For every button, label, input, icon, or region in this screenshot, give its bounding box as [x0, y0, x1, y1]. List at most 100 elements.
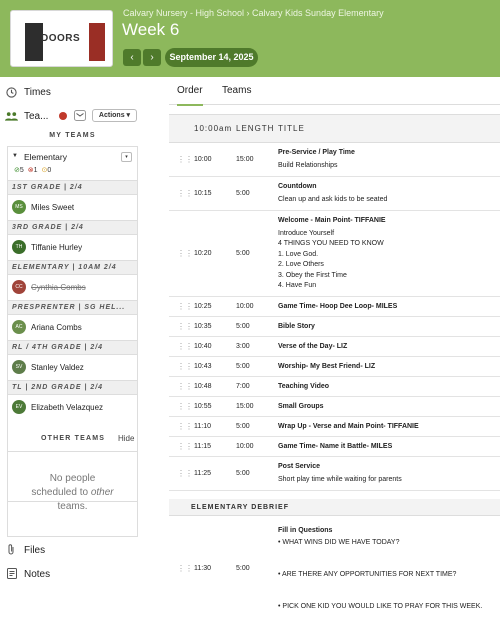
pending-count: 0	[47, 167, 52, 174]
item-length[interactable]: 5:00	[236, 565, 250, 572]
team-member-row[interactable]: CC Cynthia Combs	[8, 275, 137, 300]
item-time: 10:15	[194, 190, 212, 197]
avatar: MS	[12, 200, 26, 214]
breadcrumb[interactable]: Calvary Nursery - High School › Calvary …	[123, 8, 384, 18]
item-title[interactable]: Pre-Service / Play Time	[278, 149, 355, 156]
drag-handle-icon[interactable]: ⋮⋮	[177, 422, 193, 431]
drag-handle-icon[interactable]: ⋮⋮	[177, 322, 193, 331]
drag-handle-icon[interactable]: ⋮⋮	[177, 382, 193, 391]
hide-link[interactable]: Hide	[118, 434, 134, 443]
item-title[interactable]: Fill in Questions	[278, 527, 332, 534]
item-length[interactable]: 3:00	[236, 343, 250, 350]
drag-handle-icon[interactable]: ⋮⋮	[177, 342, 193, 351]
tab-teams[interactable]: Teams	[222, 85, 251, 96]
email-icon[interactable]	[74, 110, 86, 121]
drag-handle-icon[interactable]: ⋮⋮	[177, 302, 193, 311]
item-title[interactable]: Wrap Up - Verse and Main Point- TIFFANIE	[278, 423, 419, 430]
position-group-header: RL / 4TH GRADE | 2/4	[8, 340, 137, 355]
drag-handle-icon[interactable]: ⋮⋮	[177, 469, 193, 478]
item-time: 10:00	[194, 156, 212, 163]
item-title[interactable]: Welcome - Main Point- TIFFANIE	[278, 217, 386, 224]
drag-handle-icon[interactable]: ⋮⋮	[177, 442, 193, 451]
team-name[interactable]: Elementary	[24, 152, 67, 162]
plan-item-row[interactable]: ⋮⋮ 10:15 5:00 Countdown Clean up and ask kid…	[169, 177, 500, 211]
plan-date-badge[interactable]: September 14, 2025	[165, 48, 258, 67]
plan-item-row[interactable]: ⋮⋮ 10:40 3:00 Verse of the Day- LIZ	[169, 337, 500, 357]
sidebar-item-times[interactable]: Times	[24, 87, 51, 98]
clock-icon	[6, 87, 17, 98]
item-length[interactable]: 5:00	[236, 323, 250, 330]
table-header: 10:00am LENGTH TITLE	[169, 114, 500, 143]
team-member-row[interactable]: AC Ariana Combs	[8, 315, 137, 340]
team-member-row[interactable]: TH Tiffanie Hurley	[8, 235, 137, 260]
next-plan-button[interactable]: ›	[143, 49, 161, 66]
previous-plan-button[interactable]: ‹	[123, 49, 141, 66]
empty-text-line3: teams.	[57, 501, 88, 512]
item-title[interactable]: Post Service	[278, 463, 320, 470]
item-length[interactable]: 7:00	[236, 383, 250, 390]
member-name: Tiffanie Hurley	[31, 243, 83, 252]
plan-item-row[interactable]: ⋮⋮ 10:48 7:00 Teaching Video	[169, 377, 500, 397]
title-header: TITLE	[278, 124, 305, 133]
plan-item-row[interactable]: ⋮⋮ 11:30 5:00 Fill in Questions • WHAT WINS …	[169, 517, 500, 620]
plan-item-row[interactable]: ⋮⋮ 10:43 5:00 Worship- My Best Friend- LIZ	[169, 357, 500, 377]
team-menu-button[interactable]: ▾	[121, 152, 132, 162]
section-header[interactable]: ELEMENTARY DEBRIEF	[169, 499, 500, 516]
plan-item-row[interactable]: ⋮⋮ 10:20 5:00 Welcome - Main Point- TIFFANI…	[169, 211, 500, 297]
notes-icon	[7, 568, 17, 579]
plan-item-row[interactable]: ⋮⋮ 10:35 5:00 Bible Story	[169, 317, 500, 337]
team-member-row[interactable]: SV Stanley Valdez	[8, 355, 137, 380]
sidebar-item-teams[interactable]: Tea...	[24, 111, 48, 122]
item-description: 3. Obey the First Time	[278, 271, 347, 279]
item-length[interactable]: 5:00	[236, 363, 250, 370]
item-title[interactable]: Bible Story	[278, 323, 315, 330]
item-time: 10:40	[194, 343, 212, 350]
drag-handle-icon[interactable]: ⋮⋮	[177, 564, 193, 573]
team-member-row[interactable]: EV Elizabeth Velazquez	[8, 395, 137, 420]
item-title[interactable]: Game Time- Name it Battle- MILES	[278, 443, 392, 450]
drag-handle-icon[interactable]: ⋮⋮	[177, 249, 193, 258]
series-artwork: DOORS	[10, 10, 113, 67]
drag-handle-icon[interactable]: ⋮⋮	[177, 189, 193, 198]
plan-item-row[interactable]: ⋮⋮ 11:10 5:00 Wrap Up - Verse and Main Poin…	[169, 417, 500, 437]
item-title[interactable]: Game Time- Hoop Dee Loop- MILES	[278, 303, 397, 310]
item-length[interactable]: 5:00	[236, 190, 250, 197]
item-title[interactable]: Verse of the Day- LIZ	[278, 343, 347, 350]
item-title[interactable]: Countdown	[278, 183, 317, 190]
sidebar-item-files[interactable]: Files	[24, 545, 45, 556]
drag-handle-icon[interactable]: ⋮⋮	[177, 362, 193, 371]
tab-order[interactable]: Order	[177, 85, 203, 106]
item-time: 10:55	[194, 403, 212, 410]
avatar: AC	[12, 320, 26, 334]
member-name: Cynthia Combs	[31, 283, 86, 292]
item-length[interactable]: 10:00	[236, 443, 254, 450]
start-time-header[interactable]: 10:00am	[194, 115, 232, 143]
plan-item-row[interactable]: ⋮⋮ 10:25 10:00 Game Time- Hoop Dee Loop- MI…	[169, 297, 500, 317]
sidebar-item-notes[interactable]: Notes	[24, 569, 50, 580]
item-time: 10:48	[194, 383, 212, 390]
item-time: 10:43	[194, 363, 212, 370]
empty-text-line2: scheduled to other	[31, 487, 114, 498]
item-length[interactable]: 10:00	[236, 303, 254, 310]
item-title[interactable]: Worship- My Best Friend- LIZ	[278, 363, 375, 370]
plan-item-row[interactable]: ⋮⋮ 11:15 10:00 Game Time- Name it Battle- M…	[169, 437, 500, 457]
item-length[interactable]: 5:00	[236, 470, 250, 477]
plan-order-panel: Order Teams 10:00am LENGTH TITLE ⋮⋮ 10:00…	[169, 77, 500, 620]
position-group-header: 1ST GRADE | 2/4	[8, 180, 137, 195]
item-title[interactable]: Teaching Video	[278, 383, 329, 390]
item-length[interactable]: 5:00	[236, 250, 250, 257]
actions-dropdown[interactable]: Actions ▾	[92, 109, 137, 122]
member-name: Ariana Combs	[31, 323, 82, 332]
item-title[interactable]: Small Groups	[278, 403, 324, 410]
item-length[interactable]: 5:00	[236, 423, 250, 430]
team-member-row[interactable]: MS Miles Sweet	[8, 195, 137, 220]
status-counts: ⊘5 ⊗1 ⊙0	[14, 166, 51, 174]
plan-item-row[interactable]: ⋮⋮ 11:25 5:00 Post Service Short play time w…	[169, 457, 500, 491]
drag-handle-icon[interactable]: ⋮⋮	[177, 402, 193, 411]
drag-handle-icon[interactable]: ⋮⋮	[177, 155, 193, 164]
item-length[interactable]: 15:00	[236, 403, 254, 410]
item-length[interactable]: 15:00	[236, 156, 254, 163]
collapse-icon[interactable]: ▼	[12, 153, 18, 159]
plan-item-row[interactable]: ⋮⋮ 10:00 15:00 Pre-Service / Play Time Build…	[169, 143, 500, 177]
plan-item-row[interactable]: ⋮⋮ 10:55 15:00 Small Groups	[169, 397, 500, 417]
